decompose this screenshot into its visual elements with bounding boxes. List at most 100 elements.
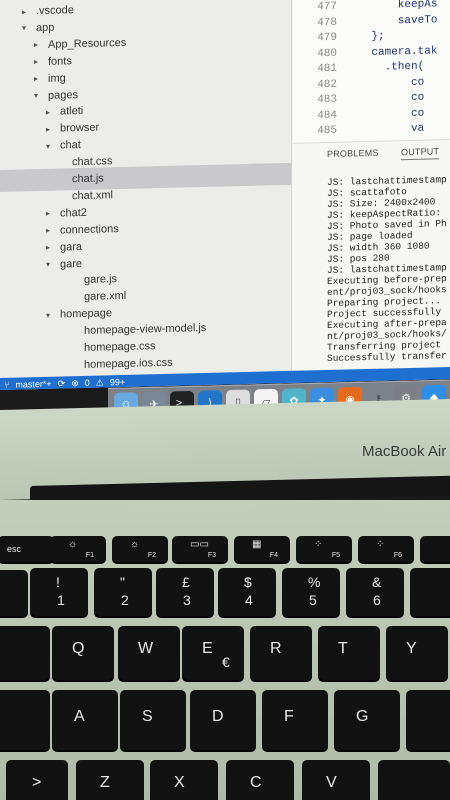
key-label: 6 [373, 592, 381, 608]
key-label: 4 [245, 592, 253, 608]
function-key[interactable]: esc [0, 536, 54, 562]
key-symbol: ! [56, 574, 60, 590]
tree-item-label: homepage.ios.css [84, 356, 173, 371]
key-label: D [212, 708, 224, 725]
error-count[interactable]: 0 [85, 378, 90, 388]
key-greater-than[interactable]: > [6, 760, 68, 800]
key-label: X [174, 774, 185, 791]
chevron-icon[interactable]: ▸ [30, 40, 42, 49]
line-number: 485 [317, 124, 337, 138]
letter-key[interactable]: V [302, 760, 370, 800]
chevron-icon[interactable]: ▾ [42, 310, 54, 319]
chevron-icon[interactable]: ▸ [42, 243, 54, 252]
chevron-icon[interactable]: ▾ [18, 24, 30, 33]
code-text[interactable]: }; [345, 31, 384, 44]
function-key[interactable]: ⁘ F6 [358, 536, 414, 562]
code-line[interactable]: 485 va [293, 119, 450, 141]
output-panel[interactable]: PROBLEMS OUTPUT JS: lastchattimestamp JS:… [293, 139, 450, 371]
number-key[interactable]: & 6 [346, 568, 404, 616]
letter-key[interactable]: A [52, 690, 118, 750]
chevron-icon[interactable]: ▾ [30, 91, 42, 100]
function-key[interactable]: ▦ F4 [234, 536, 290, 562]
function-key[interactable] [420, 536, 450, 562]
branch-name[interactable]: master*+ [15, 379, 51, 390]
number-key[interactable]: $4 [218, 568, 276, 616]
letter-key[interactable]: Y [386, 626, 448, 680]
function-icon: ⁘ [314, 539, 323, 550]
code-text[interactable]: va [345, 123, 424, 137]
letter-key[interactable]: S [120, 690, 186, 750]
letter-key[interactable]: F [262, 690, 328, 750]
caps-lock-key[interactable] [0, 690, 50, 750]
chevron-icon[interactable]: ▸ [42, 226, 54, 235]
warning-count[interactable]: 99+ [110, 377, 125, 387]
chevron-icon[interactable]: ▸ [42, 209, 54, 218]
chevron-icon[interactable]: ▾ [42, 260, 54, 269]
letter-key[interactable]: Z [76, 760, 144, 800]
tree-item-label: fonts [48, 54, 72, 68]
tab-key[interactable] [0, 626, 50, 680]
letter-key[interactable] [406, 690, 450, 750]
line-number: 484 [317, 109, 337, 122]
number-key[interactable]: ! 1 [30, 568, 88, 616]
letter-key[interactable]: D [190, 690, 256, 750]
euro-symbol: € [222, 654, 230, 670]
branch-icon[interactable]: ⑂ [4, 380, 9, 390]
tree-item-label: chat.js [72, 172, 104, 186]
function-key[interactable]: ☼ F1 [50, 536, 106, 562]
laptop-screen: ▸ .vscode ▾ app ▸ App_Resources ▸ fonts ▸ img ▾ pag… [0, 0, 450, 391]
key-label: F4 [269, 552, 278, 559]
tree-item-label: .vscode [36, 4, 74, 18]
letter-key[interactable]: E € [182, 626, 244, 680]
line-number: 479 [317, 31, 337, 45]
function-key[interactable]: ☼ F2 [112, 536, 168, 562]
key-label: F [284, 708, 294, 725]
letter-key[interactable]: C [226, 760, 294, 800]
chevron-icon[interactable]: ▸ [42, 124, 54, 134]
tab-output[interactable]: OUTPUT [401, 146, 440, 161]
tree-item-label: chat.css [72, 155, 113, 169]
chevron-icon[interactable]: ▸ [30, 57, 42, 66]
function-key[interactable]: ⁘ F5 [296, 536, 352, 562]
key-label: esc [7, 544, 22, 554]
chevron-icon[interactable]: ▾ [42, 141, 54, 150]
key-label: Z [100, 774, 110, 791]
letter-key[interactable]: R [250, 626, 312, 680]
chevron-icon[interactable]: ▸ [30, 74, 42, 83]
code-editor[interactable]: 477 keepAs 478 saveTo 479 }; 480 camera.tak… [293, 0, 450, 143]
letter-key[interactable] [378, 760, 450, 800]
warning-icon[interactable]: ⚠ [96, 377, 104, 388]
letter-key[interactable]: Q [52, 626, 114, 680]
letter-key[interactable]: W [118, 626, 180, 680]
key-label: F1 [85, 552, 94, 559]
tree-item-label: app [36, 21, 55, 35]
tab-problems[interactable]: PROBLEMS [327, 148, 379, 159]
function-key[interactable]: ▭▭ F3 [172, 536, 228, 562]
terminal-line: Successfully transfer [327, 350, 447, 365]
key-label: F2 [147, 552, 156, 559]
key-label: Q [72, 640, 85, 657]
number-key[interactable]: % 5 [282, 568, 340, 616]
file-explorer[interactable]: ▸ .vscode ▾ app ▸ App_Resources ▸ fonts ▸ img ▾ pag… [0, 0, 292, 378]
tree-item-label: chat2 [60, 206, 87, 220]
key-label: S [142, 708, 153, 725]
chevron-icon[interactable]: ▸ [42, 108, 54, 117]
key-symbol: " [120, 574, 125, 590]
key-label: W [138, 640, 154, 657]
number-key[interactable]: " 2 [94, 568, 152, 616]
line-number: 477 [317, 0, 337, 14]
key-label: > [32, 774, 42, 791]
letter-key[interactable]: T [318, 626, 380, 680]
chevron-icon[interactable]: ▸ [18, 7, 30, 16]
key-symbol: £ [182, 574, 190, 590]
key-symbol: % [308, 574, 321, 590]
tree-item-label: atleti [60, 105, 84, 118]
key-backtick[interactable] [0, 570, 28, 616]
sync-icon[interactable]: ⟳ [58, 378, 66, 389]
number-key[interactable] [410, 568, 450, 616]
letter-key[interactable]: G [334, 690, 400, 750]
error-icon[interactable]: ⊗ [71, 378, 79, 389]
tree-item-label: pages [48, 88, 78, 102]
letter-key[interactable]: X [150, 760, 218, 800]
number-key[interactable]: £3 [156, 568, 214, 616]
